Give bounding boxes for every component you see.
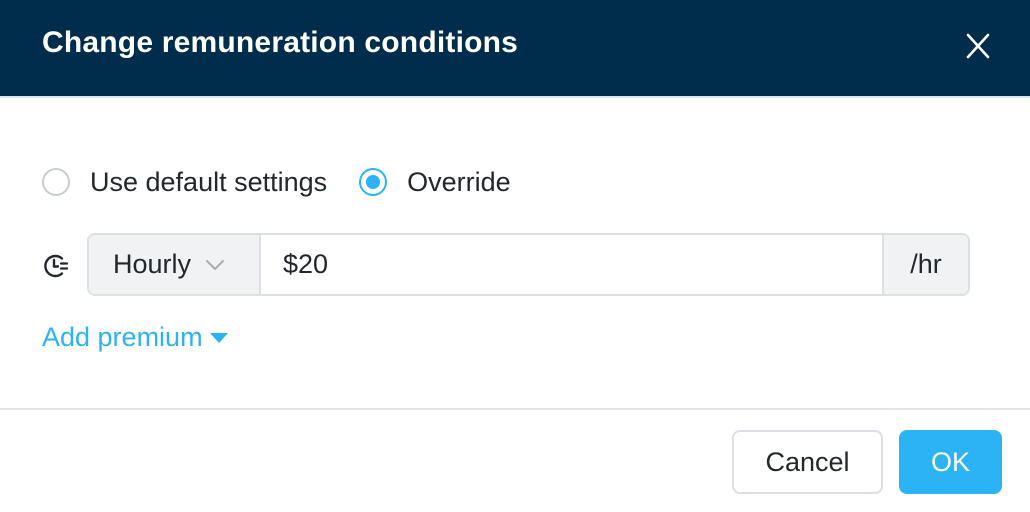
radio-use-default-settings[interactable]: Use default settings [42,167,327,198]
close-button[interactable] [958,26,998,66]
add-premium-link[interactable]: Add premium [42,322,229,353]
radio-label: Use default settings [90,166,328,197]
settings-mode-radio-group: Use default settings Override [42,164,543,200]
radio-label: Override [407,166,511,197]
dialog-title: Change remuneration conditions [42,26,519,59]
add-premium-label: Add premium [42,322,203,352]
dialog-header: Change remuneration conditions [0,0,1030,98]
rate-type-label: Hourly [113,249,192,279]
rate-amount-input[interactable] [261,235,882,294]
cancel-button[interactable]: Cancel [732,430,883,494]
rate-type-dropdown[interactable]: Hourly [89,235,261,294]
rate-input-group: Hourly /hr [87,233,970,296]
radio-selected-dot [366,175,381,189]
ok-button[interactable]: OK [899,430,1002,494]
remuneration-dialog: Change remuneration conditions Use defau… [0,0,1030,512]
rate-unit-addon: /hr [882,235,968,294]
close-icon [966,33,990,59]
caret-down-icon [209,332,228,343]
footer-divider [0,408,1030,410]
radio-button-unselected[interactable] [42,168,70,196]
clock-icon [44,254,69,278]
chevron-down-icon [206,259,225,270]
radio-override[interactable]: Override [359,167,511,198]
radio-button-selected[interactable] [359,168,388,196]
